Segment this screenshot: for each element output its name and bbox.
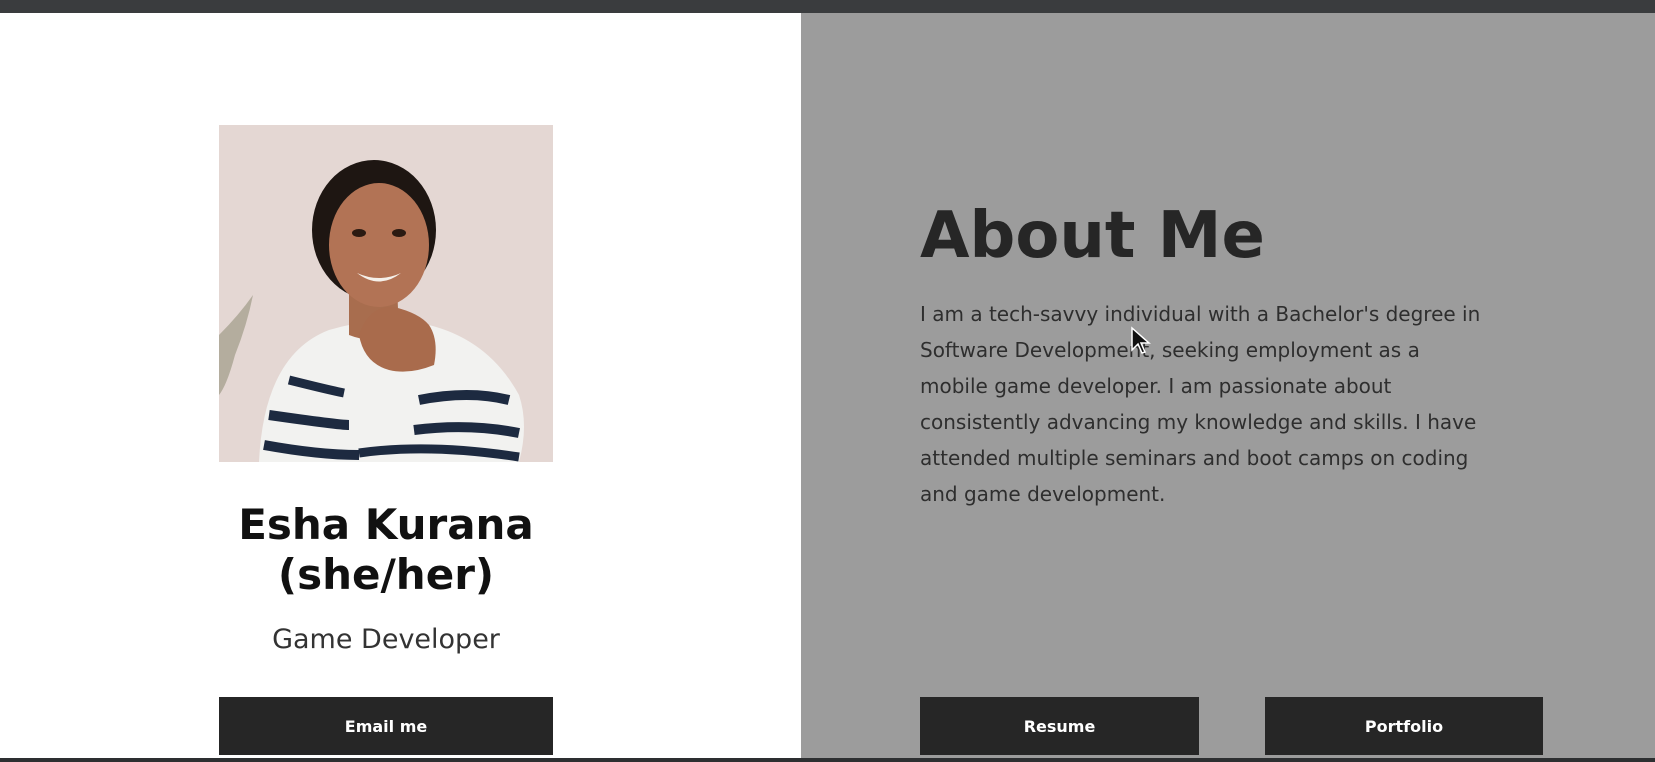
mouse-cursor-icon [1131,326,1151,354]
about-line: I am a tech-savvy individual with a Bach… [920,302,1481,326]
portfolio-label: Portfolio [1364,716,1444,736]
email-me-label: Email me [344,716,428,736]
about-line: attended multiple seminars and boot camp… [920,446,1469,470]
about-description: I am a tech-savvy individual with a Bach… [920,296,1560,512]
window-top-bar [0,0,1655,14]
about-line: mobile game developer. I am passionate a… [920,374,1392,398]
about-line: Software Development, seeking employment… [920,338,1420,362]
profile-photo-illustration [219,125,553,462]
profile-pronouns: (she/her) [277,550,495,599]
resume-button[interactable]: Resume [920,697,1199,755]
portfolio-button[interactable]: Portfolio [1265,697,1543,755]
profile-photo [219,125,553,462]
profile-name-line: Esha Kurana [238,500,534,549]
about-title: About Me [920,199,1265,273]
about-line: consistently advancing my knowledge and … [920,410,1477,434]
resume-label: Resume [1023,716,1096,736]
profile-role: Game Developer [272,624,500,655]
about-line: and game development. [920,482,1166,506]
email-me-button[interactable]: Email me [219,697,553,755]
profile-name: Esha Kurana (she/her) [219,500,553,600]
window-bottom-bar [0,758,1655,762]
